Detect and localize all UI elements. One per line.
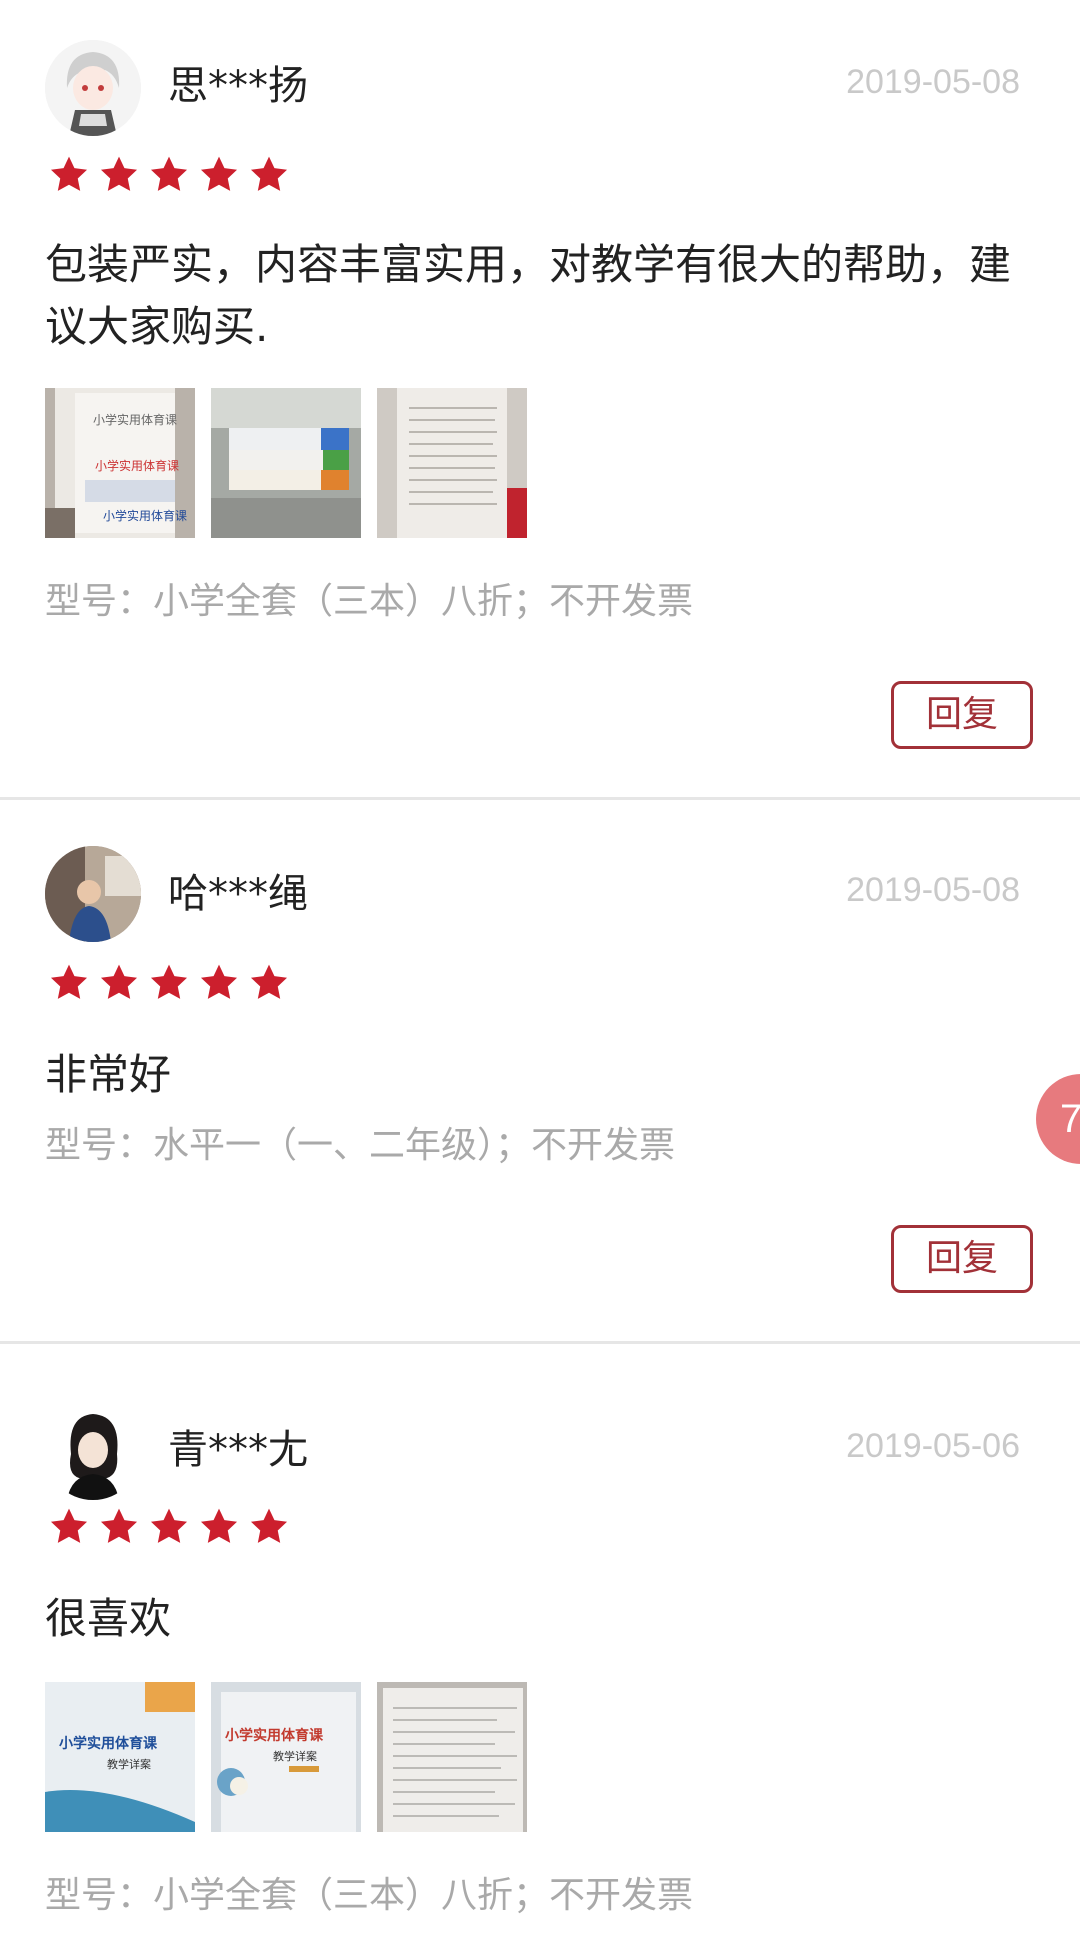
star-icon	[150, 156, 188, 191]
review-image-1[interactable]: 小学实用体育课 小学实用体育课 小学实用体育课	[45, 388, 195, 538]
star-icon	[100, 1508, 138, 1543]
book-title-text: 小学实用体育课	[59, 1735, 158, 1752]
book-title-text: 小学实用体育课	[103, 508, 187, 523]
book-title-text: 小学实用体育课	[225, 1727, 324, 1744]
review-date: 2019-05-06	[846, 1427, 1020, 1465]
star-icon	[150, 964, 188, 999]
star-icon	[200, 156, 238, 191]
star-icon	[250, 964, 288, 999]
star-icon	[200, 1508, 238, 1543]
star-rating	[48, 154, 290, 198]
review-image-3[interactable]	[377, 1682, 527, 1832]
reply-button[interactable]: 回复	[891, 1225, 1033, 1293]
star-icon	[50, 156, 88, 191]
product-variant: 型号：水平一（一、二年级）；不开发票	[45, 1125, 676, 1166]
anime-character-avatar-icon	[45, 40, 141, 136]
star-icon	[50, 964, 88, 999]
book-title-text: 小学实用体育课	[93, 412, 177, 427]
review-text: 很喜欢	[45, 1594, 172, 1643]
review-date: 2019-05-08	[846, 871, 1020, 909]
review-image-2[interactable]	[211, 388, 361, 538]
star-icon	[200, 964, 238, 999]
product-variant: 型号：小学全套（三本）八折；不开发票	[45, 581, 694, 622]
star-icon	[100, 964, 138, 999]
review-date: 2019-05-08	[846, 63, 1020, 101]
star-icon	[150, 1508, 188, 1543]
review-images: 小学实用体育课 小学实用体育课 小学实用体育课	[45, 388, 527, 538]
review-item-3: 青***尢 2019-05-06 很喜欢 小学实用体育课 教学详案 小学实用体育…	[0, 1344, 1080, 1951]
review-item-2: 哈***绳 2019-05-08 非常好 型号：水平一（一、二年级）；不开发票 …	[0, 800, 1080, 1344]
username: 思***扬	[168, 63, 308, 109]
review-text: 包装严实，内容丰富实用，对教学有很大的帮助，建议大家购买.	[45, 240, 1012, 351]
username: 青***尢	[168, 1427, 308, 1473]
avatar[interactable]	[45, 40, 141, 136]
star-rating	[48, 1506, 290, 1550]
review-image-1[interactable]: 小学实用体育课 教学详案	[45, 1682, 195, 1832]
star-icon	[250, 1508, 288, 1543]
username: 哈***绳	[168, 871, 308, 917]
book-subtitle-text: 教学详案	[273, 1749, 317, 1763]
illustrated-girl-avatar-icon	[45, 1404, 141, 1500]
book-title-text: 小学实用体育课	[95, 458, 179, 473]
avatar[interactable]	[45, 846, 141, 942]
photo-avatar-icon	[45, 846, 141, 942]
book-subtitle-text: 教学详案	[107, 1757, 151, 1771]
star-icon	[100, 156, 138, 191]
review-text: 非常好	[45, 1050, 172, 1099]
reply-button[interactable]: 回复	[891, 681, 1033, 749]
review-image-2[interactable]: 小学实用体育课 教学详案	[211, 1682, 361, 1832]
review-item-1: 思***扬 2019-05-08 包装严实，内容丰富实用，对教学有很大的帮助，建…	[0, 0, 1080, 800]
star-icon	[50, 1508, 88, 1543]
avatar[interactable]	[45, 1404, 141, 1500]
review-image-3[interactable]	[377, 388, 527, 538]
review-images: 小学实用体育课 教学详案 小学实用体育课 教学详案	[45, 1682, 527, 1832]
product-variant: 型号：小学全套（三本）八折；不开发票	[45, 1875, 694, 1916]
star-rating	[48, 962, 290, 1006]
star-icon	[250, 156, 288, 191]
